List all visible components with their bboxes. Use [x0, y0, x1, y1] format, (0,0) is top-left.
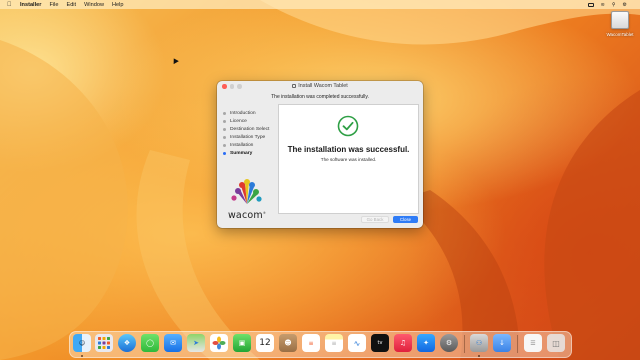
step-dot-active-icon [223, 151, 226, 155]
dock-separator [517, 335, 518, 353]
window-title: Install Wacom Tablet [292, 83, 348, 89]
dock-separator [464, 335, 465, 353]
step-licence: Licence [222, 117, 277, 125]
wacom-pen-cluster-icon [231, 179, 262, 204]
menu-window[interactable]: Window [84, 2, 104, 8]
tv-label: tv [377, 340, 383, 346]
step-dot-icon [223, 143, 226, 147]
notes-icon[interactable]: ≡ [325, 334, 343, 352]
package-icon [292, 84, 297, 88]
step-dot-icon [223, 111, 226, 115]
close-button[interactable]: Close [393, 216, 418, 223]
step-label: Licence [230, 118, 247, 124]
maps-icon[interactable]: ➤ [187, 334, 205, 352]
safari-icon[interactable]: ❖ [118, 334, 136, 352]
downloads-icon[interactable]: ↓ [493, 334, 511, 352]
window-close-button[interactable] [222, 84, 227, 89]
menu-file[interactable]: File [49, 2, 58, 8]
installer-running-indicator [478, 355, 480, 357]
launchpad-icon[interactable] [95, 334, 113, 352]
mouse-cursor-icon [171, 56, 179, 65]
facetime-icon[interactable]: ▣ [233, 334, 251, 352]
photos-icon[interactable] [210, 334, 228, 352]
summary-panel: The installation was successful. The sof… [278, 104, 419, 214]
reminders-icon[interactable]: ≡ [302, 334, 320, 352]
step-label: Summary [230, 150, 253, 156]
step-summary: Summary [222, 149, 277, 157]
mail-icon[interactable]: ✉ [164, 334, 182, 352]
apple-menu-icon[interactable]:  [7, 2, 14, 8]
calendar-day: 12 [259, 337, 271, 348]
step-installation-type: Installation Type [222, 133, 277, 141]
wacom-logo: wacom® [223, 178, 271, 224]
trash-icon[interactable]: ◫ [547, 334, 565, 352]
document-icon[interactable]: ☰ [524, 334, 542, 352]
music-icon[interactable]: ♫ [394, 334, 412, 352]
menu-edit[interactable]: Edit [66, 2, 76, 8]
step-label: Installation Type [230, 134, 266, 140]
step-label: Destination Select [230, 126, 270, 132]
finder-running-indicator [81, 355, 83, 357]
installer-icon[interactable]: ⚇ [470, 334, 488, 352]
step-dot-icon [223, 135, 226, 139]
calendar-icon[interactable]: 12 [256, 334, 274, 352]
menu-help[interactable]: Help [112, 2, 124, 8]
wifi-icon[interactable]: ≋ [601, 2, 605, 8]
search-icon[interactable]: ⚲ [612, 2, 616, 8]
freeform-icon[interactable]: ∿ [348, 334, 366, 352]
step-introduction: Introduction [222, 109, 277, 117]
step-destination-select: Destination Select [222, 125, 277, 133]
window-title-text: Install Wacom Tablet [298, 83, 348, 89]
step-dot-icon [223, 119, 226, 123]
window-subtitle: The installation was completed successfu… [271, 94, 369, 100]
disk-label: WacomTablet [606, 32, 634, 37]
step-dot-icon [223, 127, 226, 131]
steps-sidebar: Introduction Licence Destination Select … [222, 109, 277, 157]
wacom-wordmark-text: wacom [227, 210, 263, 221]
tv-icon[interactable]: tv [371, 334, 389, 352]
success-heading: The installation was successful. [287, 145, 410, 154]
wacom-wordmark: wacom® [227, 210, 267, 221]
window-titlebar[interactable]: Install Wacom Tablet [217, 81, 423, 91]
installer-window: Install Wacom Tablet The installation wa… [217, 81, 423, 228]
step-label: Installation [230, 142, 254, 148]
step-installation: Installation [222, 141, 277, 149]
control-center-icon[interactable]: ⚙ [623, 2, 627, 8]
window-zoom-button[interactable] [237, 84, 242, 89]
go-back-button[interactable]: Go Back [361, 216, 389, 223]
desktop-disk[interactable]: WacomTablet [605, 11, 635, 37]
messages-icon[interactable]: ◯ [141, 334, 159, 352]
menu-bar:  Installer File Edit Window Help ≋ ⚲ ⚙ [0, 0, 640, 9]
success-checkmark-icon [337, 115, 359, 137]
disk-icon [611, 11, 629, 29]
contacts-icon[interactable]: ☻ [279, 334, 297, 352]
step-label: Introduction [230, 110, 256, 116]
success-message: The software was installed. [320, 157, 377, 162]
battery-icon[interactable] [587, 2, 594, 7]
window-minimize-button[interactable] [229, 84, 234, 89]
app-store-icon[interactable]: ✦ [417, 334, 435, 352]
menu-app-name[interactable]: Installer [20, 2, 41, 8]
system-settings-icon[interactable]: ⚙ [440, 334, 458, 352]
finder-icon[interactable]: ☺ [73, 334, 91, 352]
